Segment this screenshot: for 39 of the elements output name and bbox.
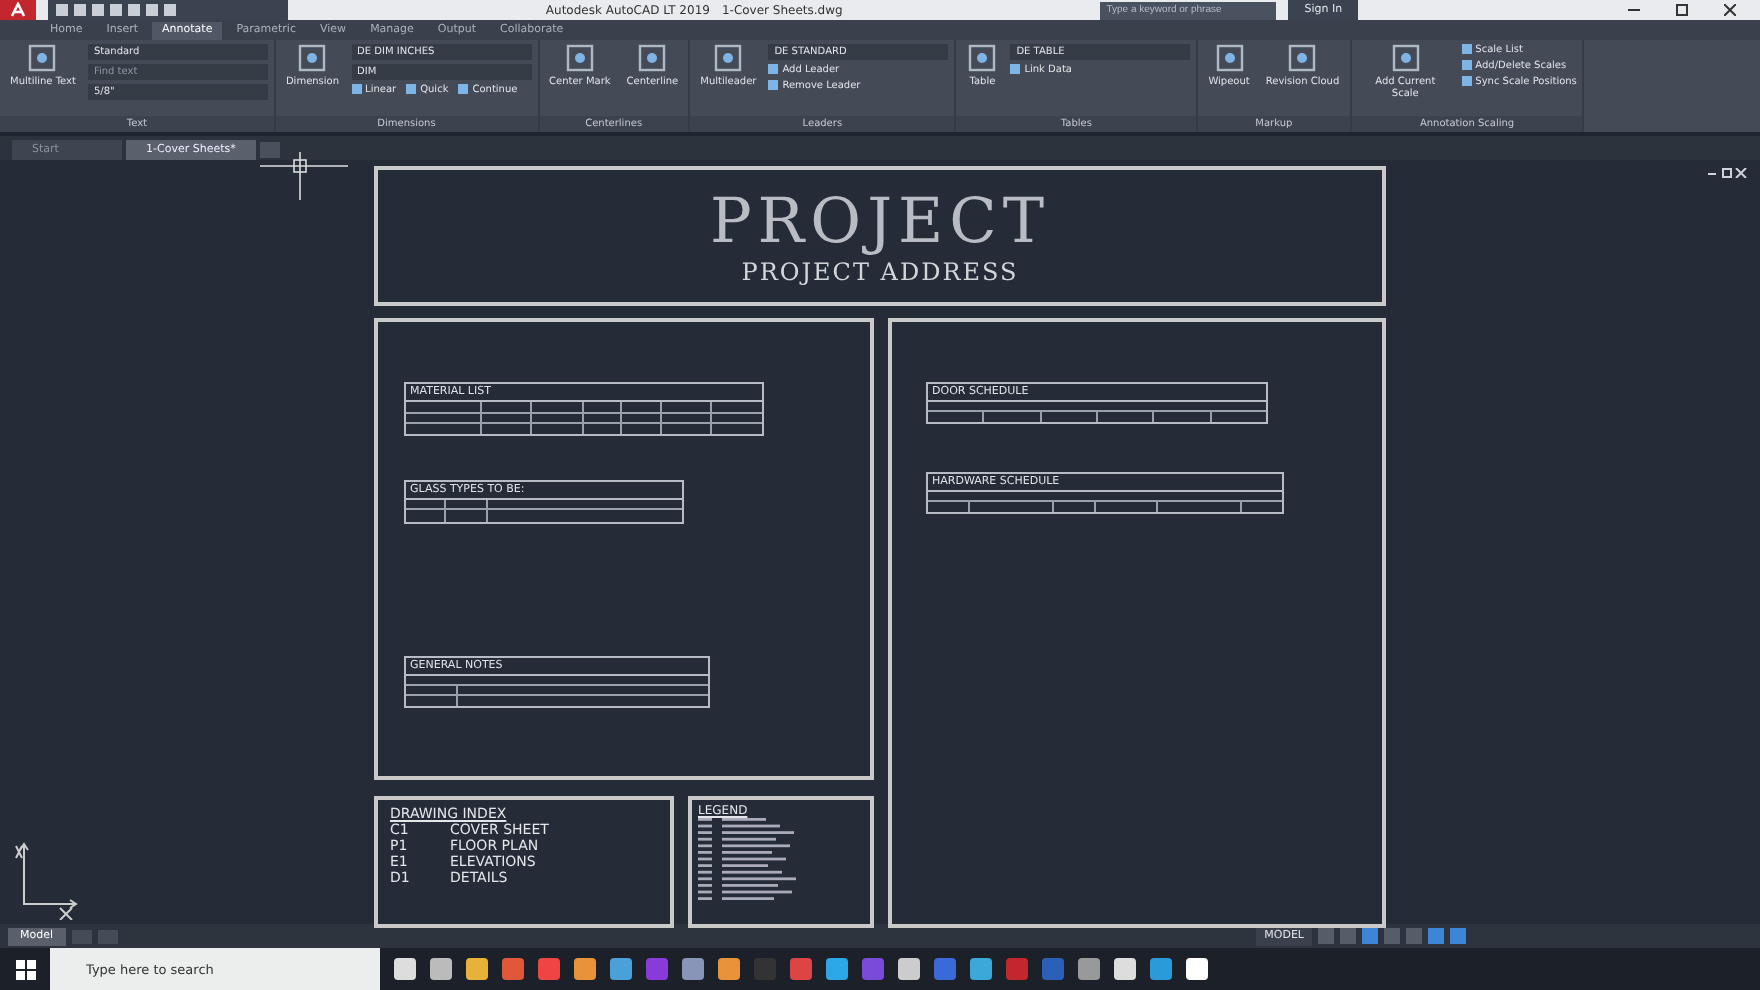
taskbar-app-icon[interactable] — [682, 958, 704, 980]
maximize-icon — [1676, 4, 1689, 16]
ribbon-tool-icon — [636, 43, 669, 72]
taskbar-app-icon[interactable] — [898, 958, 920, 980]
ribbon-tool-icon — [1213, 43, 1246, 72]
app-logo[interactable] — [0, 0, 36, 20]
ribbon-tool-icon — [26, 43, 59, 72]
app-logo-icon — [10, 2, 26, 18]
project-title: PROJECT — [709, 185, 1051, 258]
taskbar-app-icon[interactable] — [1186, 958, 1208, 980]
crosshair-cursor-icon — [260, 151, 348, 200]
windows-start-icon[interactable] — [16, 959, 36, 979]
taskbar-app-icon[interactable] — [1114, 958, 1136, 980]
ribbon-tool-icon — [712, 43, 745, 72]
ribbon-tool-icon — [563, 43, 596, 72]
ribbon-tool-icon — [1389, 43, 1422, 72]
taskbar-app-icon[interactable] — [538, 958, 560, 980]
taskbar-app-icon[interactable] — [970, 958, 992, 980]
taskbar-app-icon[interactable] — [466, 958, 488, 980]
taskbar-app-icon[interactable] — [790, 958, 812, 980]
close-icon — [1724, 4, 1737, 16]
taskbar-app-icon[interactable] — [1078, 958, 1100, 980]
taskbar-app-icon[interactable] — [1006, 958, 1028, 980]
project-address: PROJECT ADDRESS — [741, 257, 1019, 286]
taskbar-app-icon[interactable] — [574, 958, 596, 980]
ribbon-tool-icon — [1286, 43, 1319, 72]
taskbar-app-icon[interactable] — [862, 958, 884, 980]
taskbar-app-icon[interactable] — [502, 958, 524, 980]
viewport-controls-icon[interactable] — [1708, 167, 1748, 178]
taskbar-app-icon[interactable] — [826, 958, 848, 980]
minimize-icon — [1628, 4, 1641, 16]
taskbar-app-icon[interactable] — [610, 958, 632, 980]
taskbar-app-icon[interactable] — [934, 958, 956, 980]
taskbar-app-icon[interactable] — [1150, 958, 1172, 980]
ribbon-tool-icon — [966, 43, 999, 72]
taskbar-app-icon[interactable] — [430, 958, 452, 980]
taskbar-app-icon[interactable] — [394, 958, 416, 980]
taskbar-app-icon[interactable] — [718, 958, 740, 980]
ribbon-tool-icon — [296, 43, 329, 72]
